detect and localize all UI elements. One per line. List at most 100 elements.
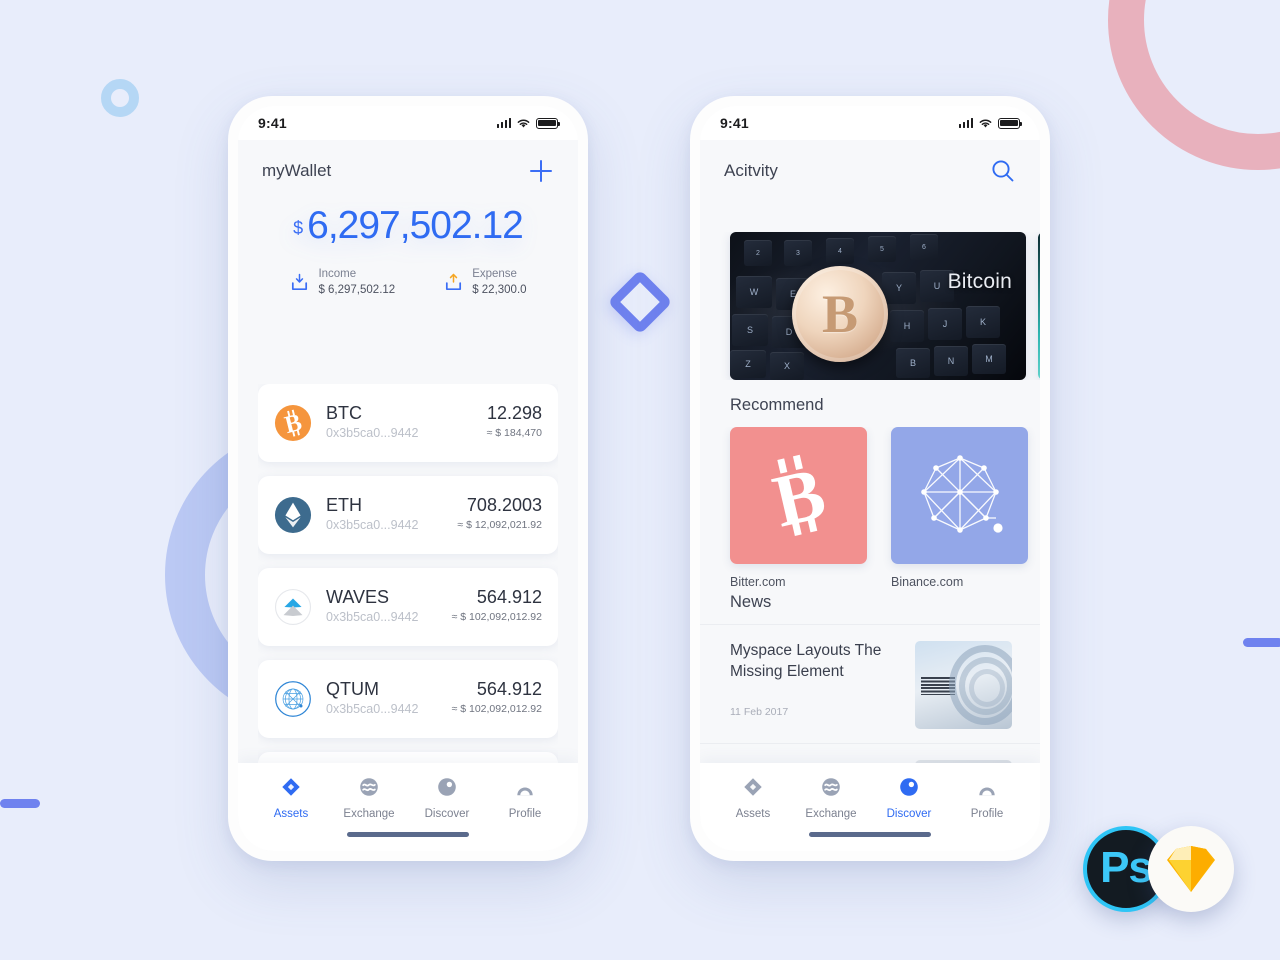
bitcoin-coin-photo: B: [792, 266, 888, 362]
tab-assets[interactable]: Assets: [252, 776, 330, 820]
exchange-wave-icon: [360, 778, 378, 796]
recommend-label: Binance.com: [891, 575, 964, 589]
assets-diamond-icon: [744, 778, 762, 796]
list-item[interactable]: Binance.com: [891, 427, 1028, 589]
phone-discover: 9:41 Acitvity W E S D Z X Y U H J K B N …: [690, 96, 1050, 861]
asset-symbol: QTUM: [326, 679, 379, 700]
discover-header: Acitvity: [700, 140, 1040, 202]
asset-info: WAVES 0x3b5ca0...9442: [326, 587, 452, 626]
status-icons: [496, 117, 560, 129]
news-item-date: 11 Feb 2017: [730, 706, 789, 719]
table-row[interactable]: B BTC 0x3b5ca0...9442 12.298 ≈ $ 184,470: [258, 384, 558, 462]
battery-icon: [536, 117, 560, 129]
blue-bar-left-decoration: [0, 799, 40, 808]
expense-value: $ 22,300.0: [472, 283, 527, 296]
asset-info: QTUM 0x3b5ca0...9442: [326, 679, 452, 718]
asset-fiat-value: ≈ $ 184,470: [486, 427, 542, 440]
asset-info: ETH 0x3b5ca0...9442: [326, 495, 457, 534]
bitcoin-coin-icon: B: [274, 404, 312, 442]
tab-label: Discover: [424, 808, 470, 820]
news-item-thumbnail: [915, 641, 1012, 729]
table-row[interactable]: WAVES 0x3b5ca0...9442 564.912 ≈ $ 102,09…: [258, 568, 558, 646]
income-tray-icon: [292, 273, 308, 291]
qtum-coin-icon: [275, 681, 311, 717]
asset-values: 564.912 ≈ $ 102,092,012.92: [451, 587, 542, 626]
status-time: 9:41: [720, 115, 749, 131]
tab-discover[interactable]: Discover: [870, 776, 948, 820]
tab-label: Assets: [735, 808, 771, 820]
income-value: $ 6,297,502.12: [318, 283, 396, 296]
asset-values: 564.912 ≈ $ 102,092,012.92: [451, 679, 542, 718]
asset-values: 12.298 ≈ $ 184,470: [486, 403, 542, 442]
balance-currency-symbol: $: [293, 218, 304, 238]
news-item-title: Myspace Layouts The Missing Element: [730, 642, 882, 680]
tab-bar: Assets Exchange Discover Profile: [238, 763, 578, 851]
recommend-row[interactable]: B Bitter.com Binance.com: [700, 427, 1040, 589]
tab-profile[interactable]: Profile: [948, 776, 1026, 820]
income-text: Income $ 6,297,502.12: [318, 267, 395, 298]
balance-amount: 6,297,502.12: [307, 204, 524, 247]
status-time: 9:41: [258, 115, 287, 131]
phone-wallet: 9:41 myWallet $ 6,297,502.12 Income $ 6,…: [228, 96, 588, 861]
wifi-icon: [517, 119, 530, 127]
phone-notch: [324, 106, 492, 132]
recommend-tile-bitter[interactable]: B: [730, 427, 867, 564]
discover-screen: 9:41 Acitvity W E S D Z X Y U H J K B N …: [700, 106, 1040, 851]
home-indicator[interactable]: [809, 832, 931, 837]
profile-person-icon: [517, 787, 533, 796]
asset-fiat-value: ≈ $ 102,092,012.92: [451, 611, 542, 624]
expense-label: Expense: [472, 268, 517, 280]
news-text: Myspace Layouts The Missing Element 11 F…: [730, 641, 901, 718]
discover-compass-icon: [900, 778, 918, 796]
search-icon[interactable]: [990, 158, 1016, 184]
banner-teal-abstract[interactable]: [1038, 232, 1040, 380]
asset-fiat-value: ≈ $ 102,092,012.92: [451, 703, 542, 716]
tab-label: Assets: [273, 808, 309, 820]
tab-assets[interactable]: Assets: [714, 776, 792, 820]
tabs: Assets Exchange Discover Profile: [238, 763, 578, 820]
tab-profile[interactable]: Profile: [486, 776, 564, 820]
tab-label: Discover: [886, 808, 932, 820]
blue-bar-right-decoration: [1243, 638, 1280, 647]
recommend-title: Recommend: [730, 396, 824, 414]
bitcoin-b-icon: B: [766, 452, 833, 540]
diamond-outline-decoration: [607, 269, 673, 335]
table-row[interactable]: ETH 0x3b5ca0...9442 708.2003 ≈ $ 12,092,…: [258, 476, 558, 554]
pink-ring-decoration: [1108, 0, 1280, 170]
battery-icon: [998, 117, 1022, 129]
tab-label: Profile: [508, 808, 542, 820]
page-title: myWallet: [262, 161, 332, 180]
plus-icon[interactable]: [528, 158, 554, 184]
tab-exchange[interactable]: Exchange: [330, 776, 408, 820]
tab-bar: Assets Exchange Discover Profile: [700, 763, 1040, 851]
home-indicator[interactable]: [347, 832, 469, 837]
table-row[interactable]: QTUM 0x3b5ca0...9442 564.912 ≈ $ 102,092…: [258, 660, 558, 738]
waves-coin-icon: [274, 588, 312, 626]
assets-diamond-icon: [282, 778, 300, 796]
asset-amount: 564.912: [476, 587, 542, 608]
tab-exchange[interactable]: Exchange: [792, 776, 870, 820]
balance-section: $ 6,297,502.12 Income $ 6,297,502.12 Exp…: [238, 206, 578, 298]
banner-bitcoin-keyboard[interactable]: W E S D Z X Y U H J K B N M 2 3 4 5 6 B …: [730, 232, 1026, 380]
banner-carousel[interactable]: W E S D Z X Y U H J K B N M 2 3 4 5 6 B …: [700, 232, 1040, 380]
tab-label: Profile: [970, 808, 1004, 820]
tab-discover[interactable]: Discover: [408, 776, 486, 820]
wallet-screen: 9:41 myWallet $ 6,297,502.12 Income $ 6,…: [238, 106, 578, 851]
tabs: Assets Exchange Discover Profile: [700, 763, 1040, 820]
flow-row: Income $ 6,297,502.12 Expense $ 22,300.0: [238, 267, 578, 298]
news-title: News: [730, 593, 772, 611]
exchange-wave-icon: [822, 778, 840, 796]
asset-amount: 12.298: [486, 403, 542, 424]
asset-fiat-value: ≈ $ 12,092,021.92: [457, 519, 542, 532]
list-item[interactable]: B Bitter.com: [730, 427, 867, 589]
asset-address: 0x3b5ca0...9442: [326, 425, 419, 440]
phone-notch: [786, 106, 954, 132]
sketch-badge: [1148, 826, 1234, 912]
income-item: Income $ 6,297,502.12: [289, 267, 395, 298]
asset-address: 0x3b5ca0...9442: [326, 609, 419, 624]
banner-caption: Bitcoin: [947, 270, 1012, 293]
asset-info: BTC 0x3b5ca0...9442: [326, 403, 487, 442]
profile-person-icon: [979, 787, 995, 796]
recommend-tile-binance[interactable]: [891, 427, 1028, 564]
list-item[interactable]: Myspace Layouts The Missing Element 11 F…: [700, 624, 1040, 743]
